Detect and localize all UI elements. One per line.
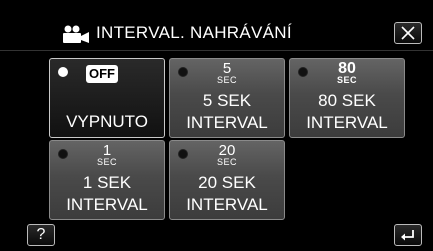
option-sublabel: INTERVAL xyxy=(66,195,148,214)
recording-screen: INTERVAL. NAHRÁVÁNÍ OFF VYPNUTO 5 SEC 5 … xyxy=(0,0,433,251)
page-title: INTERVAL. NAHRÁVÁNÍ xyxy=(96,23,292,42)
header-bar: INTERVAL. NAHRÁVÁNÍ xyxy=(0,22,433,46)
movie-camera-icon xyxy=(63,25,89,43)
return-arrow-icon xyxy=(401,230,414,241)
back-button[interactable] xyxy=(394,224,422,246)
option-5-sec[interactable]: 5 SEC 5 SEK INTERVAL xyxy=(169,58,285,138)
help-icon: ? xyxy=(36,226,46,243)
interval-number: 20 xyxy=(218,142,236,159)
option-sublabel: INTERVAL xyxy=(306,113,388,132)
option-80-sec[interactable]: 80 SEC 80 SEK INTERVAL xyxy=(289,58,405,138)
option-label: 1 SEK xyxy=(82,173,132,192)
interval-unit: SEC xyxy=(96,157,117,167)
selected-indicator xyxy=(58,67,68,77)
option-off[interactable]: OFF VYPNUTO xyxy=(49,58,165,138)
option-sublabel: INTERVAL xyxy=(186,113,268,132)
option-label: 80 SEK xyxy=(318,91,376,110)
option-sublabel: INTERVAL xyxy=(186,195,268,214)
off-badge: OFF xyxy=(86,65,118,83)
close-button[interactable] xyxy=(394,22,422,44)
interval-number: 1 xyxy=(102,142,112,159)
interval-unit: SEC xyxy=(336,75,357,85)
interval-unit: SEC xyxy=(216,157,237,167)
close-icon xyxy=(401,26,415,40)
option-1-sec[interactable]: 1 SEC 1 SEK INTERVAL xyxy=(49,140,165,220)
option-label: VYPNUTO xyxy=(66,112,148,131)
interval-number: 80 xyxy=(338,60,356,77)
header-divider xyxy=(0,50,433,51)
interval-number: 5 xyxy=(222,60,232,77)
option-20-sec[interactable]: 20 SEC 20 SEK INTERVAL xyxy=(169,140,285,220)
help-button[interactable]: ? xyxy=(27,224,55,246)
interval-unit: SEC xyxy=(216,75,237,85)
option-label: 20 SEK xyxy=(198,173,256,192)
option-label: 5 SEK xyxy=(202,91,252,110)
